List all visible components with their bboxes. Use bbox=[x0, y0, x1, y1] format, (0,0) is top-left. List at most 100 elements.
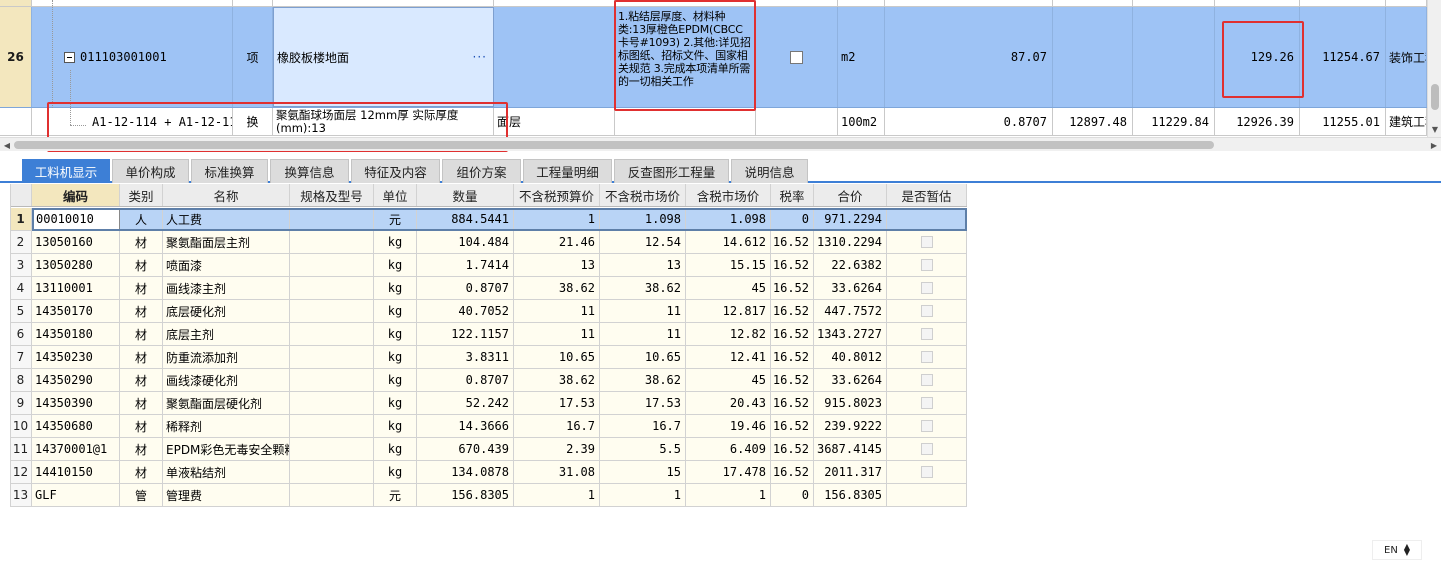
tab-unit-price-composition[interactable]: 单价构成 bbox=[112, 159, 189, 183]
tax-rate[interactable]: 16.52 bbox=[771, 323, 814, 345]
market-price-tax[interactable]: 45 bbox=[686, 369, 771, 391]
provisional-cell[interactable] bbox=[887, 231, 967, 253]
market-price-tax[interactable]: 1.098 bbox=[686, 208, 771, 230]
material-category[interactable]: 材 bbox=[120, 346, 163, 368]
empty-cell[interactable] bbox=[1053, 7, 1133, 107]
market-price[interactable]: 15 bbox=[600, 461, 686, 483]
material-unit[interactable]: kg bbox=[374, 438, 417, 460]
material-code[interactable]: 14370001@1 bbox=[32, 438, 120, 460]
market-price[interactable]: 38.62 bbox=[600, 369, 686, 391]
material-spec[interactable] bbox=[290, 415, 374, 437]
total-price[interactable]: 239.9222 bbox=[814, 415, 887, 437]
sub-category-cell[interactable]: 建筑工程 bbox=[1386, 108, 1427, 135]
budget-price[interactable]: 2.39 bbox=[514, 438, 600, 460]
bill-row-26[interactable]: 26 011103001001 项 橡胶板楼地面 ··· 1.粘结层厚度、材料种… bbox=[0, 7, 1441, 108]
material-quantity[interactable]: 134.0878 bbox=[417, 461, 514, 483]
material-code[interactable]: 14350180 bbox=[32, 323, 120, 345]
header-market-price[interactable]: 不含税市场价 bbox=[600, 184, 686, 206]
market-price[interactable]: 13 bbox=[600, 254, 686, 276]
empty-cell[interactable] bbox=[494, 7, 615, 107]
provisional-checkbox[interactable] bbox=[920, 351, 933, 363]
tax-rate[interactable]: 16.52 bbox=[771, 277, 814, 299]
material-spec[interactable] bbox=[290, 461, 374, 483]
provisional-checkbox[interactable] bbox=[920, 282, 933, 294]
tab-features-content[interactable]: 特征及内容 bbox=[351, 159, 440, 183]
material-name[interactable]: 防重流添加剂 bbox=[163, 346, 290, 368]
material-name[interactable]: 聚氨酯面层硬化剂 bbox=[163, 392, 290, 414]
material-name[interactable]: 画线漆主剂 bbox=[163, 277, 290, 299]
material-name[interactable]: 单液粘结剂 bbox=[163, 461, 290, 483]
table-row[interactable]: 4 13110001 材画线漆主剂 kg 0.8707 38.62 38.62 45 16.52… bbox=[10, 277, 967, 300]
table-row[interactable]: 8 14350290 材画线漆硬化剂 kg 0.8707 38.62 38.62 45 16.5… bbox=[10, 369, 967, 392]
table-row[interactable]: 10 14350680 材稀释剂 kg 14.3666 16.7 16.7 19.46 16.5… bbox=[10, 415, 967, 438]
market-price-tax[interactable]: 17.478 bbox=[686, 461, 771, 483]
total-cell[interactable]: 11254.67 bbox=[1300, 7, 1386, 107]
material-category[interactable]: 材 bbox=[120, 254, 163, 276]
table-row[interactable]: 12 14410150 材单液粘结剂 kg 134.0878 31.08 15 17.478 1… bbox=[10, 461, 967, 484]
scroll-down-arrow-icon[interactable]: ▼ bbox=[1428, 123, 1441, 135]
material-name[interactable]: 画线漆硬化剂 bbox=[163, 369, 290, 391]
tax-rate[interactable]: 16.52 bbox=[771, 369, 814, 391]
provisional-cell[interactable] bbox=[887, 346, 967, 368]
quota-sub-row[interactable]: A1-12-114 + A1-12-115 换 聚氨酯球场面层 12mm厚 实际… bbox=[0, 108, 1441, 136]
provisional-checkbox[interactable] bbox=[920, 443, 933, 455]
provisional-cell[interactable] bbox=[887, 277, 967, 299]
table-row[interactable]: 11 14370001@1 材 EPDM彩色无毒安全颗粒 kg 670.439 2.39 5.… bbox=[10, 438, 967, 461]
budget-price[interactable]: 17.53 bbox=[514, 392, 600, 414]
provisional-cell[interactable] bbox=[887, 323, 967, 345]
material-name[interactable]: 稀释剂 bbox=[163, 415, 290, 437]
category-cell[interactable]: 装饰工程 bbox=[1386, 7, 1427, 107]
material-spec[interactable] bbox=[290, 231, 374, 253]
sub-price3-cell[interactable]: 12926.39 bbox=[1215, 108, 1300, 135]
material-spec[interactable] bbox=[290, 392, 374, 414]
material-spec[interactable] bbox=[290, 369, 374, 391]
total-price[interactable]: 22.6382 bbox=[814, 254, 887, 276]
market-price[interactable]: 1 bbox=[600, 484, 686, 506]
vertical-scrollbar[interactable]: ▼ bbox=[1427, 0, 1441, 137]
total-price[interactable]: 156.8305 bbox=[814, 484, 887, 506]
collapse-icon[interactable] bbox=[64, 51, 75, 63]
material-spec[interactable] bbox=[290, 438, 374, 460]
budget-price[interactable]: 11 bbox=[514, 323, 600, 345]
table-row[interactable]: 6 14350180 材底层主剂 kg 122.1157 11 11 12.82 16.52 13… bbox=[10, 323, 967, 346]
material-code[interactable]: 14350290 bbox=[32, 369, 120, 391]
empty-cell[interactable] bbox=[615, 108, 756, 135]
material-unit[interactable]: 元 bbox=[374, 208, 417, 230]
market-price-tax[interactable]: 15.15 bbox=[686, 254, 771, 276]
total-price[interactable]: 3687.4145 bbox=[814, 438, 887, 460]
empty-cell[interactable] bbox=[756, 108, 838, 135]
tax-rate[interactable]: 16.52 bbox=[771, 415, 814, 437]
tax-rate[interactable]: 16.52 bbox=[771, 346, 814, 368]
market-price[interactable]: 10.65 bbox=[600, 346, 686, 368]
material-name[interactable]: 底层主剂 bbox=[163, 323, 290, 345]
material-category[interactable]: 材 bbox=[120, 231, 163, 253]
horizontal-scrollbar[interactable]: ◀ ▶ bbox=[0, 137, 1441, 151]
table-row[interactable]: 9 14350390 材聚氨酯面层硬化剂 kg 52.242 17.53 17.53 20.4… bbox=[10, 392, 967, 415]
provisional-cell[interactable] bbox=[887, 392, 967, 414]
provisional-checkbox[interactable] bbox=[920, 259, 933, 271]
scroll-left-arrow-icon[interactable]: ◀ bbox=[0, 138, 14, 152]
market-price-tax[interactable]: 19.46 bbox=[686, 415, 771, 437]
row-checkbox[interactable] bbox=[790, 50, 803, 64]
budget-price[interactable]: 13 bbox=[514, 254, 600, 276]
header-market-price-tax[interactable]: 含税市场价 bbox=[686, 184, 771, 206]
material-quantity[interactable]: 1.7414 bbox=[417, 254, 514, 276]
provisional-cell[interactable] bbox=[887, 369, 967, 391]
total-price[interactable]: 971.2294 bbox=[814, 208, 887, 230]
material-name[interactable]: 管理费 bbox=[163, 484, 290, 506]
tax-rate[interactable]: 16.52 bbox=[771, 438, 814, 460]
provisional-checkbox[interactable] bbox=[920, 328, 933, 340]
material-quantity[interactable]: 670.439 bbox=[417, 438, 514, 460]
market-price-tax[interactable]: 6.409 bbox=[686, 438, 771, 460]
market-price[interactable]: 1.098 bbox=[600, 208, 686, 230]
material-unit[interactable]: kg bbox=[374, 415, 417, 437]
material-unit[interactable]: kg bbox=[374, 277, 417, 299]
header-spec[interactable]: 规格及型号 bbox=[290, 184, 374, 206]
material-quantity[interactable]: 0.8707 bbox=[417, 277, 514, 299]
market-price-tax[interactable]: 20.43 bbox=[686, 392, 771, 414]
material-unit[interactable]: kg bbox=[374, 392, 417, 414]
tax-rate[interactable]: 0 bbox=[771, 484, 814, 506]
material-unit[interactable]: kg bbox=[374, 323, 417, 345]
material-unit[interactable]: kg bbox=[374, 254, 417, 276]
material-category[interactable]: 材 bbox=[120, 369, 163, 391]
